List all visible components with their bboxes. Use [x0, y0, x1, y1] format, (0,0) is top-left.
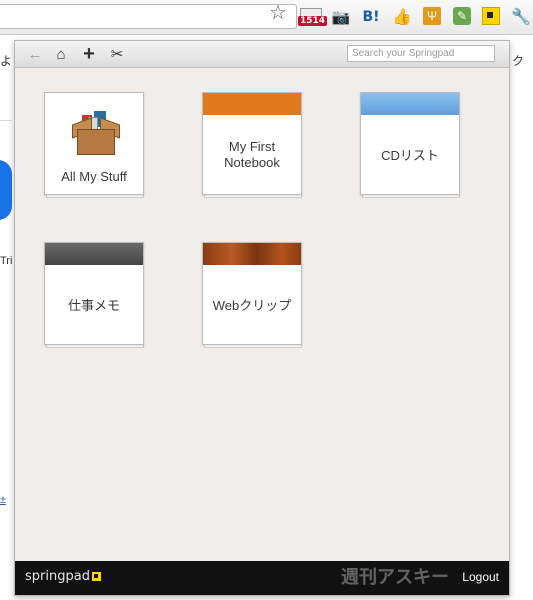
background-divider [0, 120, 12, 121]
background-link[interactable]: ± [0, 494, 6, 506]
camera-icon[interactable]: 📷 [331, 7, 351, 27]
notebook-card: My First Notebook [202, 92, 302, 195]
notebook-card: Webクリップ [202, 242, 302, 345]
mail-count-badge: 1514 [298, 16, 328, 26]
springpad-icon[interactable] [482, 7, 500, 25]
add-icon[interactable]: + [79, 43, 99, 65]
evernote-icon[interactable]: ✎ [453, 7, 471, 25]
mail-extension-icon[interactable]: 1514 [298, 7, 328, 27]
background-text: ク [512, 54, 525, 68]
background-text: よ [0, 54, 13, 68]
springpad-popup: ← ⌂ + ✂ All My Stuff My F [14, 40, 510, 596]
notebook-card: All My Stuff [44, 92, 144, 195]
popup-toolbar: ← ⌂ + ✂ [15, 41, 509, 68]
like-icon[interactable]: 👍 [392, 7, 412, 27]
notebook-work-memo[interactable]: 仕事メモ [44, 242, 144, 348]
fork-icon[interactable]: Ψ [423, 7, 441, 25]
back-icon[interactable]: ← [25, 43, 45, 65]
springpad-logo: springpad [25, 569, 101, 584]
notebook-card: 仕事メモ [44, 242, 144, 345]
notebook-web-clip[interactable]: Webクリップ [202, 242, 302, 348]
clip-icon[interactable]: ✂ [107, 43, 127, 65]
address-bar[interactable] [0, 4, 297, 29]
hatena-bookmark-icon[interactable]: B! [361, 7, 381, 27]
notebook-label: 仕事メモ [67, 298, 120, 313]
notebook-cover [361, 93, 459, 115]
search-input[interactable] [347, 45, 495, 62]
notebook-all-my-stuff[interactable]: All My Stuff [44, 92, 144, 198]
notebook-cover [203, 93, 301, 115]
home-icon[interactable]: ⌂ [51, 43, 71, 65]
logout-link[interactable]: Logout [462, 570, 499, 584]
box-icon [72, 111, 120, 155]
notebook-label: CDリスト [381, 148, 439, 163]
browser-toolbar: ☆ 1514 📷 B! 👍 Ψ ✎ 🔧 [0, 0, 533, 35]
notebook-cover [45, 243, 143, 265]
popup-footer: springpad 週刊アスキー Logout [15, 561, 509, 595]
star-icon[interactable]: ☆ [269, 3, 287, 23]
notebook-card: CDリスト [360, 92, 460, 195]
wrench-icon[interactable]: 🔧 [511, 7, 531, 27]
background-blue-shape [0, 160, 12, 220]
notebook-label: My First Notebook [224, 139, 280, 170]
notebook-label: All My Stuff [61, 169, 127, 184]
springpad-logo-icon [91, 572, 101, 581]
notebook-cover [203, 243, 301, 265]
notebook-cd-list[interactable]: CDリスト [360, 92, 460, 198]
watermark: 週刊アスキー [341, 567, 449, 587]
notebook-label: Webクリップ [212, 298, 292, 313]
background-text: Tri [0, 255, 13, 267]
notebook-my-first-notebook[interactable]: My First Notebook [202, 92, 302, 198]
notebook-grid: All My Stuff My First Notebook CDリスト 仕事メ… [15, 68, 509, 562]
